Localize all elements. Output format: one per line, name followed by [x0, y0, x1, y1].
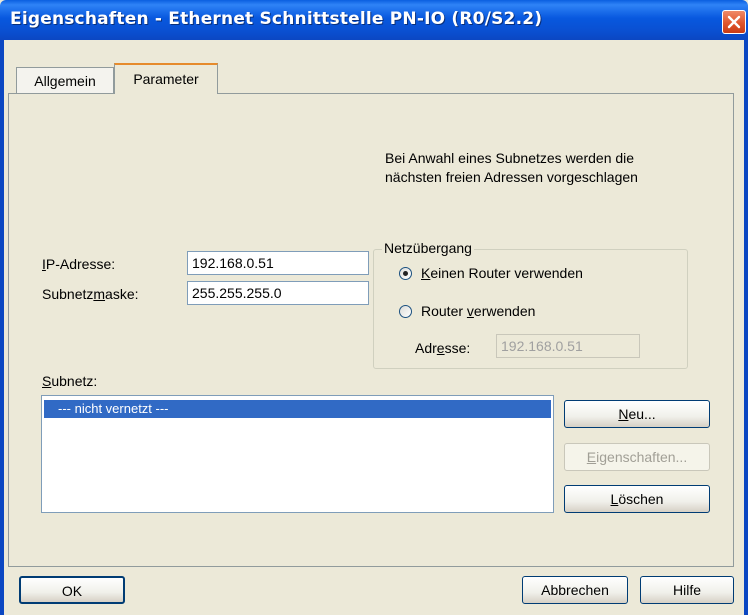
window-border-right: [744, 40, 748, 615]
subnet-mask-field[interactable]: 255.255.255.0: [187, 281, 369, 305]
ok-button[interactable]: OK: [19, 576, 125, 604]
tab-parameter[interactable]: Parameter: [114, 63, 218, 94]
title-bar[interactable]: Eigenschaften - Ethernet Schnittstelle P…: [0, 0, 748, 40]
cancel-button[interactable]: Abbrechen: [522, 576, 628, 604]
no-router-label[interactable]: Keinen Router verwenden: [421, 265, 583, 281]
tab-label: Parameter: [133, 71, 199, 87]
gateway-group-label: Netzübergang: [382, 240, 474, 256]
tab-label: Allgemein: [34, 73, 96, 89]
help-button[interactable]: Hilfe: [640, 576, 734, 604]
window-title: Eigenschaften - Ethernet Schnittstelle P…: [10, 9, 543, 29]
subnet-properties-button: Eigenschaften...: [564, 443, 710, 471]
new-subnet-button[interactable]: Neu...: [564, 400, 710, 428]
use-router-label[interactable]: Router verwenden: [421, 303, 535, 319]
no-router-radio[interactable]: [399, 267, 412, 280]
subnet-listbox[interactable]: --- nicht vernetzt ---: [41, 395, 554, 513]
list-item[interactable]: --- nicht vernetzt ---: [44, 400, 551, 418]
tab-allgemein[interactable]: Allgemein: [16, 67, 114, 94]
subnet-mask-label: Subnetzmaske:: [42, 286, 139, 302]
close-button[interactable]: [722, 10, 746, 34]
hint-line-2: nächsten freien Adressen vorgeschlagen: [385, 169, 638, 185]
window-border-left: [0, 40, 4, 615]
hint-line-1: Bei Anwahl eines Subnetzes werden die: [385, 150, 635, 166]
ip-address-field[interactable]: 192.168.0.51: [187, 251, 369, 275]
delete-subnet-button[interactable]: Löschen: [564, 485, 710, 513]
router-address-label: Adresse:: [415, 340, 471, 356]
router-address-field: 192.168.0.51: [496, 334, 640, 358]
close-icon: [727, 15, 741, 29]
subnet-label: Subnetz:: [42, 373, 98, 389]
ip-address-label: IP-Adresse:: [42, 256, 116, 272]
use-router-radio[interactable]: [399, 305, 412, 318]
radio-selected-dot: [403, 271, 408, 276]
